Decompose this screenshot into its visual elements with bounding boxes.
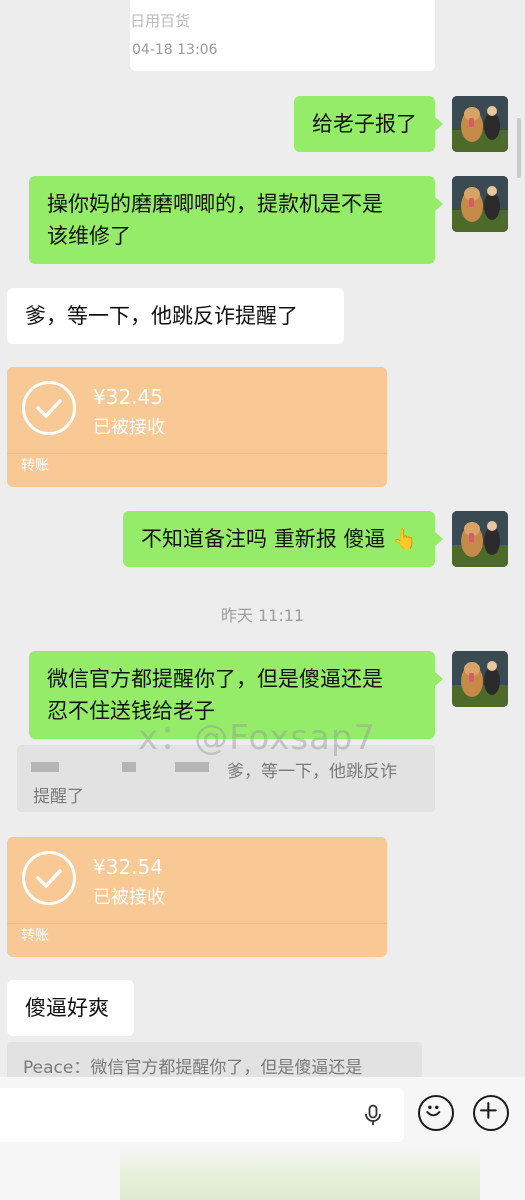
quote-text: 爹，等一下，他跳反诈 [227, 762, 397, 782]
message-bubble-sent[interactable]: 不知道备注吗 重新报 傻逼 👆 [123, 511, 443, 567]
card-timestamp: 04-18 13:06 [132, 42, 218, 58]
shared-product-card[interactable]: 日用百货 04-18 13:06 [130, 0, 435, 71]
smiley-icon[interactable] [418, 1095, 454, 1131]
message-text: 给老子报了 [312, 112, 417, 136]
time-divider: 昨天 11:11 [220, 606, 305, 625]
divider [7, 923, 387, 924]
transfer-amount: ¥32.45 [93, 385, 163, 409]
watermark: x：@Foxsap7 [138, 718, 377, 758]
message-bubble-sent[interactable]: 操你妈的磨磨唧唧的，提款机是不是 该维修了 [29, 176, 443, 264]
message-input[interactable] [0, 1088, 404, 1142]
microphone-icon[interactable] [361, 1103, 385, 1127]
plus-icon[interactable] [473, 1095, 509, 1131]
redacted-name [122, 762, 136, 772]
dog-photo-icon [452, 511, 508, 567]
transfer-amount: ¥32.54 [93, 855, 163, 879]
message-text: 爹，等一下，他跳反诈提醒了 [25, 304, 298, 328]
message-text-line: 该维修了 [47, 224, 131, 248]
quote-text: Peace：微信官方都提醒你了，但是傻逼还是 [23, 1058, 363, 1078]
message-bubble-received[interactable]: 傻逼好爽 [7, 980, 134, 1036]
transfer-card[interactable]: ¥32.54 已被接收 转账 [7, 837, 387, 957]
dog-photo-icon [452, 96, 508, 152]
check-circle-icon [22, 851, 76, 905]
redacted-name [175, 762, 209, 772]
keyboard-area-blur [120, 1145, 480, 1200]
transfer-status: 已被接收 [93, 887, 165, 908]
message-bubble-received[interactable]: 爹，等一下，他跳反诈提醒了 [7, 288, 344, 344]
avatar[interactable] [452, 176, 508, 232]
message-text: 不知道备注吗 重新报 傻逼 [141, 527, 386, 551]
transfer-status: 已被接收 [93, 417, 165, 438]
quote-text: 提醒了 [33, 787, 84, 807]
transfer-kind: 转账 [21, 458, 49, 474]
avatar[interactable] [452, 511, 508, 567]
message-text-line: 操你妈的磨磨唧唧的，提款机是不是 [47, 192, 383, 216]
message-bubble-sent[interactable]: 给老子报了 [294, 96, 443, 152]
message-text-line: 微信官方都提醒你了，但是傻逼还是 [47, 667, 383, 691]
dog-photo-icon [452, 651, 508, 707]
transfer-kind: 转账 [21, 928, 49, 944]
avatar[interactable] [452, 96, 508, 152]
divider [7, 453, 387, 454]
transfer-card[interactable]: ¥32.45 已被接收 转账 [7, 367, 387, 487]
check-circle-icon [22, 381, 76, 435]
redacted-name [31, 762, 59, 772]
message-text: 傻逼好爽 [25, 996, 109, 1020]
dog-photo-icon [452, 176, 508, 232]
scroll-indicator[interactable] [517, 118, 521, 178]
quoted-message[interactable]: Peace：微信官方都提醒你了，但是傻逼还是 [7, 1042, 422, 1082]
avatar[interactable] [452, 651, 508, 707]
card-title: 日用百货 [130, 12, 191, 30]
pointing-up-emoji: 👆 [392, 527, 417, 551]
